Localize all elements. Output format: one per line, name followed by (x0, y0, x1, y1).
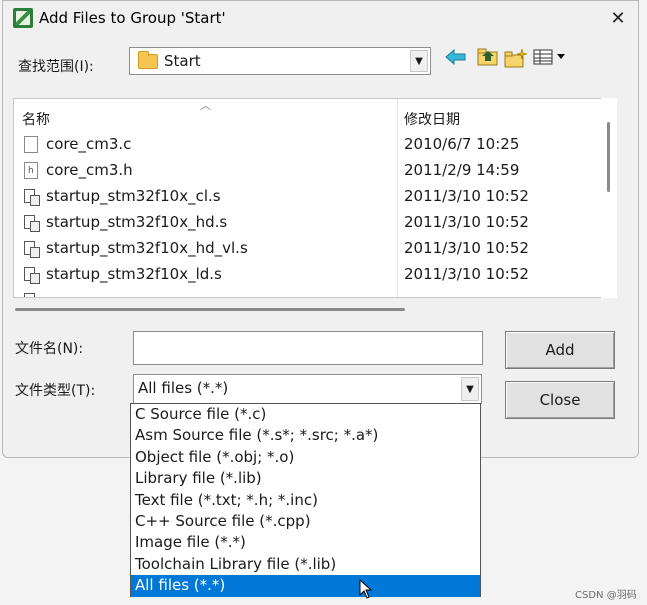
asm-file-icon (24, 188, 40, 206)
file-name: startup_stm32f10x_cl.s (46, 187, 221, 205)
keil-app-icon (13, 8, 33, 28)
add-button[interactable]: Add (505, 331, 615, 369)
filetype-option[interactable]: C Source file (*.c) (131, 404, 480, 425)
filetype-option-selected[interactable]: All files (*.*) (131, 575, 480, 597)
folder-icon (138, 51, 158, 69)
file-date: 2010/6/7 10:25 (404, 135, 520, 153)
chevron-down-icon[interactable]: ▼ (410, 50, 428, 72)
file-date: 2011/3/10 10:52 (404, 187, 529, 205)
vertical-scrollbar[interactable] (601, 98, 617, 298)
file-list[interactable]: ︿ 名称 修改日期 core_cm3.c 2010/6/7 10:25 core… (13, 98, 602, 298)
file-row[interactable]: startup_stm32f10x_ld.s 2011/3/10 10:52 (14, 262, 594, 288)
chevron-down-icon[interactable]: ▼ (461, 377, 479, 401)
h-file-icon (24, 162, 38, 179)
file-name: core_cm3.h (46, 161, 133, 179)
lookin-combobox[interactable]: Start ▼ (129, 47, 431, 75)
c-file-icon (24, 136, 38, 153)
file-date: 2011/3/10 10:52 (404, 213, 529, 231)
lookin-value: Start (164, 52, 201, 70)
lookin-label: 查找范围(I): (18, 59, 94, 75)
up-folder-icon[interactable] (475, 48, 501, 72)
filetype-option[interactable]: Image file (*.*) (131, 532, 480, 553)
filename-label: 文件名(N): (15, 341, 84, 357)
column-header-date[interactable]: 修改日期 (404, 109, 460, 129)
asm-file-icon (24, 292, 38, 297)
filetype-select[interactable]: All files (*.*) ▼ (133, 374, 482, 404)
file-date: 2011/3/10 10:52 (404, 239, 529, 257)
filetype-label: 文件类型(T): (15, 383, 96, 399)
mouse-pointer-icon (359, 578, 373, 604)
file-name: core_cm3.c (46, 135, 132, 153)
file-row[interactable]: core_cm3.c 2010/6/7 10:25 (14, 132, 594, 158)
add-files-dialog: Add Files to Group 'Start' ✕ 查找范围(I): St… (2, 0, 639, 458)
close-button[interactable]: Close (505, 381, 615, 419)
view-menu-icon[interactable] (531, 48, 571, 72)
file-date: 2011/2/9 14:59 (404, 161, 520, 179)
asm-file-icon (24, 240, 40, 258)
new-folder-icon[interactable] (503, 48, 529, 72)
file-name: startup_stm32f10x_hd.s (46, 213, 228, 231)
title-bar[interactable]: Add Files to Group 'Start' ✕ (3, 1, 638, 37)
filetype-option[interactable]: Asm Source file (*.s*; *.src; *.a*) (131, 425, 480, 446)
asm-file-icon (24, 214, 40, 232)
scroll-thumb[interactable] (607, 122, 610, 192)
file-row[interactable]: startup_stm32f10x_hd.s 2011/3/10 10:52 (14, 210, 594, 236)
filetype-option[interactable]: C++ Source file (*.cpp) (131, 511, 480, 532)
file-name: startup_stm32f10x_hd_vl.s (46, 239, 248, 257)
filename-input[interactable] (133, 331, 483, 365)
column-header-name[interactable]: 名称 (22, 109, 50, 129)
file-row-partial[interactable] (14, 288, 594, 297)
sort-ascending-icon: ︿ (200, 99, 211, 112)
filetype-option[interactable]: Object file (*.obj; *.o) (131, 447, 480, 468)
close-icon[interactable]: ✕ (606, 7, 630, 31)
file-name: startup_stm32f10x_ld.s (46, 265, 222, 283)
back-arrow-icon[interactable] (443, 48, 469, 72)
horizontal-scrollbar[interactable] (15, 308, 405, 311)
filetype-option[interactable]: Toolchain Library file (*.lib) (131, 554, 480, 575)
file-date: 2011/3/10 10:52 (404, 265, 529, 283)
filetype-value: All files (*.*) (138, 379, 229, 397)
asm-file-icon (24, 266, 40, 284)
file-row[interactable]: startup_stm32f10x_hd_vl.s 2011/3/10 10:5… (14, 236, 594, 262)
watermark: CSDN @羽码 (575, 590, 637, 601)
filetype-option[interactable]: Text file (*.txt; *.h; *.inc) (131, 490, 480, 511)
filetype-dropdown-list[interactable]: C Source file (*.c) Asm Source file (*.s… (130, 403, 481, 597)
file-row[interactable]: startup_stm32f10x_cl.s 2011/3/10 10:52 (14, 184, 594, 210)
window-title: Add Files to Group 'Start' (39, 9, 226, 27)
file-row[interactable]: core_cm3.h 2011/2/9 14:59 (14, 158, 594, 184)
filetype-option[interactable]: Library file (*.lib) (131, 468, 480, 489)
